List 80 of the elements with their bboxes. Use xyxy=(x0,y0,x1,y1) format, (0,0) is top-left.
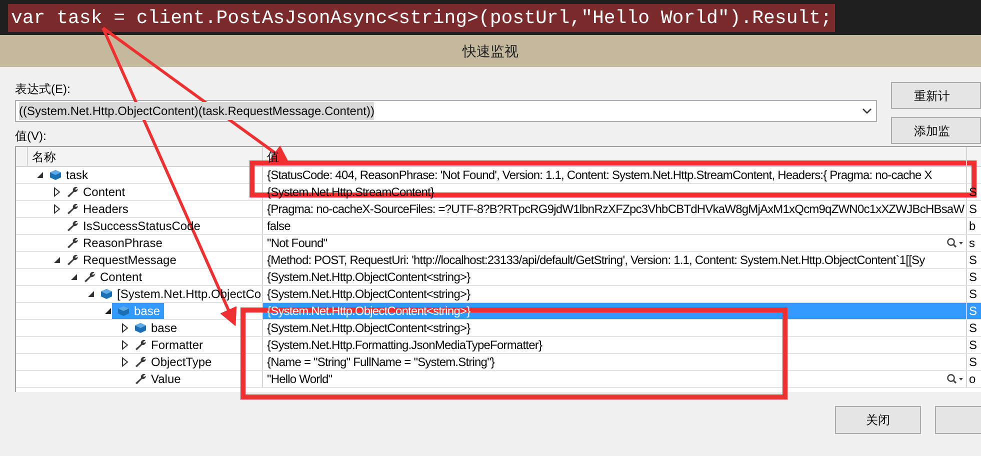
value-label: 值(V): xyxy=(15,128,48,143)
wrench-icon xyxy=(134,356,147,368)
tree-row[interactable]: ReasonPhrase "Not Found" s xyxy=(16,235,981,252)
row-name: base xyxy=(151,320,178,336)
row-name: ReasonPhrase xyxy=(83,235,162,251)
row-value: "Not Found" xyxy=(267,235,328,251)
row-name: Content xyxy=(83,184,126,200)
expand-triangle-icon[interactable] xyxy=(121,323,129,333)
cube-icon xyxy=(49,169,62,181)
row-value: {System.Net.Http.ObjectContent<string>} xyxy=(267,286,470,302)
search-icon[interactable] xyxy=(946,373,964,385)
row-type: S xyxy=(969,270,978,284)
collapse-triangle-icon[interactable] xyxy=(104,307,112,315)
cube-icon xyxy=(100,288,113,300)
row-value: {Name = "String" FullName = "System.String"} xyxy=(267,354,495,370)
tree-row[interactable]: Value "Hello World" o xyxy=(16,371,981,388)
wrench-icon xyxy=(66,220,79,232)
tree-row[interactable]: base {System.Net.Http.ObjectContent<string>} S xyxy=(16,320,981,337)
dropdown-caret-icon[interactable] xyxy=(862,108,872,114)
row-name: base xyxy=(134,303,160,319)
row-value: false xyxy=(267,218,290,234)
row-type: S xyxy=(969,253,978,267)
collapse-triangle-icon[interactable] xyxy=(87,290,95,298)
row-value: {Method: POST, RequestUri: 'http://localhost:23133/api/default/GetString', Version: 1.1, Content: System.Net.Http.ObjectContent`1[[Sy xyxy=(267,252,925,268)
wrench-icon xyxy=(66,254,79,266)
expand-triangle-icon[interactable] xyxy=(121,357,129,367)
row-type: S xyxy=(969,185,978,199)
tree-row[interactable]: task {StatusCode: 404, ReasonPhrase: 'Not Found', Version: 1.1, Content: System.Net.Http.StreamContent, Headers:{ Pragma: no-cache X xyxy=(16,167,981,184)
row-name: RequestMessage xyxy=(83,252,176,268)
window-title: 快速监视 xyxy=(462,42,518,60)
expand-triangle-icon[interactable] xyxy=(53,204,61,214)
expression-label: 表达式(E): xyxy=(15,81,72,96)
row-type: S xyxy=(969,321,978,335)
row-name: task xyxy=(66,167,88,183)
cube-icon xyxy=(134,322,147,334)
row-value: {System.Net.Http.Formatting.JsonMediaTypeFormatter} xyxy=(267,337,542,353)
search-icon[interactable] xyxy=(946,237,964,249)
tree-row[interactable]: Content {System.Net.Http.ObjectContent<string>} S xyxy=(16,269,981,286)
expression-text: ((System.Net.Http.ObjectContent)(task.RequestMessage.Content)) xyxy=(19,102,374,120)
expression-field[interactable]: ((System.Net.Http.ObjectContent)(task.RequestMessage.Content)) xyxy=(15,100,877,122)
wrench-icon xyxy=(134,339,147,351)
row-type: S xyxy=(969,355,978,369)
row-value: {System.Net.Http.ObjectContent<string>} xyxy=(267,269,470,285)
side-button[interactable]: 添加监 xyxy=(891,117,981,144)
row-type: s xyxy=(969,236,975,250)
tree-row[interactable]: ObjectType {Name = "String" FullName = "System.String"} S xyxy=(16,354,981,371)
row-name: ObjectType xyxy=(151,354,212,370)
expand-triangle-icon[interactable] xyxy=(121,340,129,350)
side-button[interactable]: 重新计 xyxy=(891,82,981,109)
row-value: "Hello World" xyxy=(267,371,332,387)
cube-icon xyxy=(117,305,130,317)
expand-triangle-icon[interactable] xyxy=(53,187,61,197)
row-name: Content xyxy=(100,269,142,285)
row-type: S xyxy=(969,304,978,318)
row-type: S xyxy=(969,202,978,216)
row-type: S xyxy=(969,287,978,301)
collapse-triangle-icon[interactable] xyxy=(70,273,78,281)
tree-row[interactable]: Formatter {System.Net.Http.Formatting.JsonMediaTypeFormatter} S xyxy=(16,337,981,354)
wrench-icon xyxy=(66,203,79,215)
tree-row[interactable]: Content {System.Net.Http.StreamContent} S xyxy=(16,184,981,201)
row-name: Formatter xyxy=(151,337,204,353)
row-name: Value xyxy=(151,371,181,387)
tree-row[interactable]: Headers {Pragma: no-cacheX-SourceFiles: =?UTF-8?B?RTpcRG9jdW1lbnRzXFZpc3VhbCBTdHVkaW8gMjAxM1xQcm9qZWN0c1xXZWJBcHBsaW S xyxy=(16,201,981,218)
row-value: {System.Net.Http.StreamContent} xyxy=(267,184,434,200)
row-type: b xyxy=(969,219,976,233)
row-type: S xyxy=(969,338,978,352)
column-header[interactable]: 名称 xyxy=(28,147,263,166)
wrench-icon xyxy=(134,373,147,385)
wrench-icon xyxy=(83,271,96,283)
collapse-triangle-icon[interactable] xyxy=(36,171,44,179)
tree-row[interactable]: RequestMessage {Method: POST, RequestUri: 'http://localhost:23133/api/default/GetString', Version: 1.1, Content: System.Net.Http.ObjectContent`1[[Sy S xyxy=(16,252,981,269)
row-value: {Pragma: no-cacheX-SourceFiles: =?UTF-8?B?RTpcRG9jdW1lbnRzXFZpc3VhbCBTdHVkaW8gMjAxM1xQcm9qZWN0c1xXZWJBcHBsaW xyxy=(267,201,964,217)
wrench-icon xyxy=(66,237,79,249)
wrench-icon xyxy=(66,186,79,198)
row-type: o xyxy=(969,372,976,386)
row-name: Headers xyxy=(83,201,128,217)
collapse-triangle-icon[interactable] xyxy=(53,256,61,264)
row-value: {StatusCode: 404, ReasonPhrase: 'Not Found', Version: 1.1, Content: System.Net.Http.StreamContent, Headers:{ Pragma: no-cache X xyxy=(267,167,932,183)
close-button[interactable]: 关闭 xyxy=(835,406,921,434)
row-value: {System.Net.Http.ObjectContent<string>} xyxy=(267,320,470,336)
